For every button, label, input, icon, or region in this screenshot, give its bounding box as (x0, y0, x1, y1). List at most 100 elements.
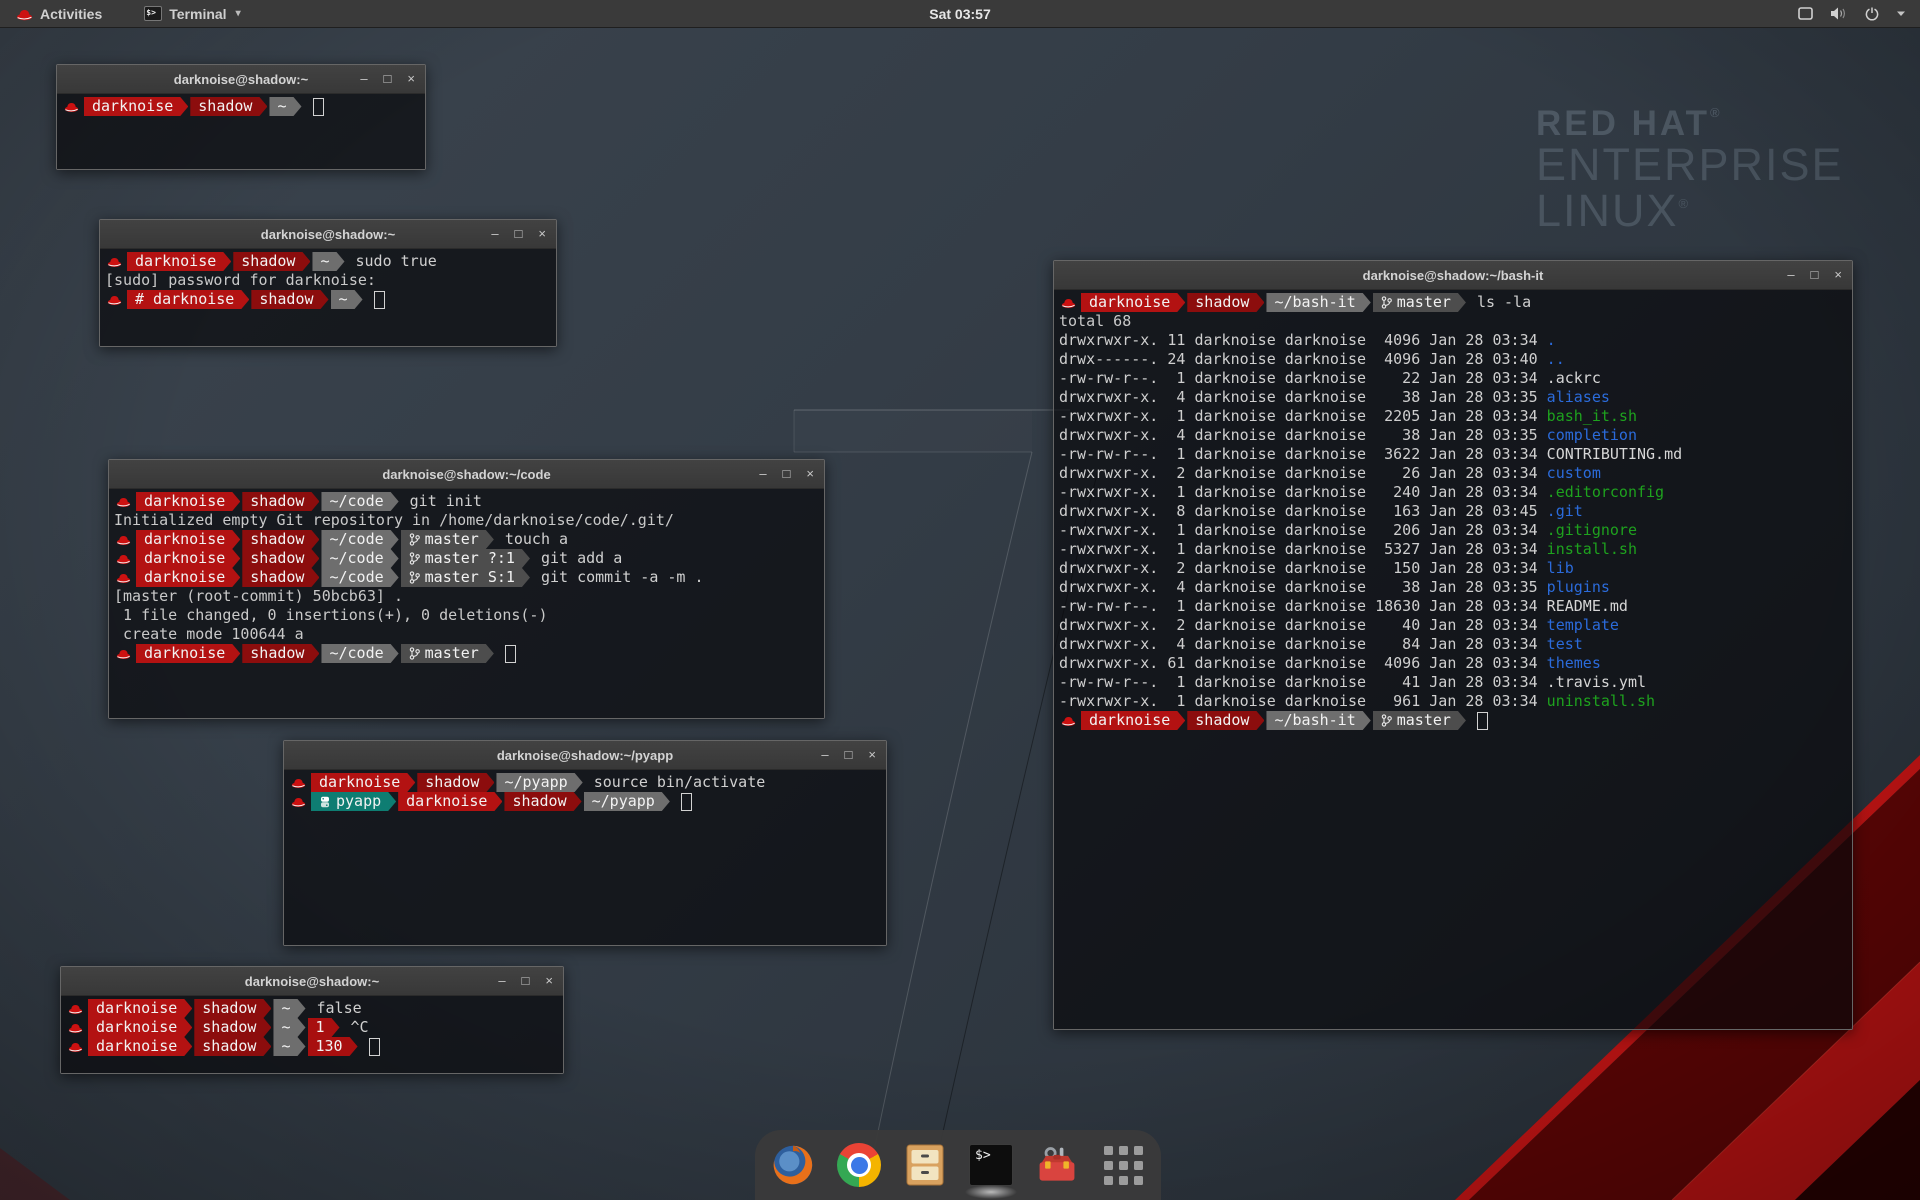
file-name: aliases (1547, 388, 1610, 407)
close-button[interactable]: × (538, 220, 546, 248)
minimize-button[interactable]: – (498, 967, 505, 995)
minimize-button[interactable]: – (821, 741, 828, 769)
output-line: Initialized empty Git repository in /hom… (114, 511, 820, 530)
command-text: ^C (342, 1018, 369, 1037)
system-status-area[interactable] (1798, 7, 1920, 21)
terminal-window-home-1[interactable]: darknoise@shadow:~ – □ × darknoise shado… (56, 64, 426, 170)
redhat-icon (64, 100, 79, 113)
prompt-line: darknoise shadow ~/code master ?:1 git a… (114, 549, 820, 568)
titlebar[interactable]: darknoise@shadow:~ – □ × (100, 220, 556, 249)
file-name: . (1547, 331, 1556, 350)
segment-host: shadow (1187, 711, 1264, 730)
ls-row: drwxrwxr-x. 2 darknoise darknoise 150 Ja… (1059, 559, 1848, 578)
git-branch-icon (409, 533, 420, 546)
segment-path: ~ (331, 290, 363, 309)
segment-path: ~/code (321, 644, 398, 663)
minimize-button[interactable]: – (360, 65, 367, 93)
chrome-icon[interactable] (836, 1142, 882, 1188)
segment-host: shadow (194, 1037, 271, 1056)
rhel-wallpaper-logo: RED HAT® ENTERPRISE LINUX® (1536, 106, 1844, 233)
minimize-button[interactable]: – (759, 460, 766, 488)
redhat-icon (68, 1040, 83, 1053)
prompt-line: pyapp darknoise shadow ~/pyapp (289, 792, 882, 811)
terminal-content[interactable]: darknoise shadow ~ (57, 94, 425, 169)
close-button[interactable]: × (545, 967, 553, 995)
redhat-icon (107, 293, 122, 306)
terminal-content[interactable]: darknoise shadow ~ sudo true [sudo] pass… (100, 249, 556, 346)
power-icon (1865, 7, 1879, 21)
maximize-button[interactable]: □ (1811, 261, 1819, 289)
file-name: README.md (1547, 597, 1628, 616)
close-button[interactable]: × (868, 741, 876, 769)
command-text: git init (401, 492, 482, 511)
ls-row: drwxrwxr-x. 4 darknoise darknoise 38 Jan… (1059, 426, 1848, 445)
terminal-content[interactable]: darknoise shadow ~/bash-it master ls -la… (1054, 290, 1852, 1029)
toolbox-icon (1035, 1143, 1079, 1187)
titlebar[interactable]: darknoise@shadow:~/code – □ × (109, 460, 824, 489)
terminal-window-sudo[interactable]: darknoise@shadow:~ – □ × darknoise shado… (99, 219, 557, 347)
segment-path: ~/code (321, 492, 398, 511)
segment-host: shadow (417, 773, 494, 792)
terminal-window-pyapp[interactable]: darknoise@shadow:~/pyapp – □ × darknoise… (283, 740, 887, 946)
ls-row: -rwxrwxr-x. 1 darknoise darknoise 2205 J… (1059, 407, 1848, 426)
firefox-icon[interactable] (770, 1142, 816, 1188)
segment-user: darknoise (84, 97, 188, 116)
terminal-content[interactable]: darknoise shadow ~/code git init Initial… (109, 489, 824, 718)
close-button[interactable]: × (407, 65, 415, 93)
maximize-button[interactable]: □ (515, 220, 523, 248)
maximize-button[interactable]: □ (522, 967, 530, 995)
file-name: plugins (1547, 578, 1610, 597)
ls-row: drwxrwxr-x. 4 darknoise darknoise 38 Jan… (1059, 578, 1848, 597)
titlebar[interactable]: darknoise@shadow:~ – □ × (61, 967, 563, 996)
maximize-button[interactable]: □ (845, 741, 853, 769)
clock[interactable]: Sat 03:57 (0, 6, 1920, 22)
segment-user: darknoise (136, 492, 240, 511)
close-button[interactable]: × (806, 460, 814, 488)
segment-git-branch: master (401, 644, 494, 663)
file-name: template (1547, 616, 1619, 635)
chevron-down-icon (1896, 10, 1906, 17)
terminal-window-exitcodes[interactable]: darknoise@shadow:~ – □ × darknoise shado… (60, 966, 564, 1074)
ls-row: drwxrwxr-x. 61 darknoise darknoise 4096 … (1059, 654, 1848, 673)
ls-row: drwxrwxr-x. 11 darknoise darknoise 4096 … (1059, 331, 1848, 350)
minimize-button[interactable]: – (1787, 261, 1794, 289)
ls-row: -rw-rw-r--. 1 darknoise darknoise 22 Jan… (1059, 369, 1848, 388)
segment-user: darknoise (88, 1018, 192, 1037)
window-title: darknoise@shadow:~/bash-it (1054, 268, 1852, 283)
terminal-window-code[interactable]: darknoise@shadow:~/code – □ × darknoise … (108, 459, 825, 719)
minimize-button[interactable]: – (491, 220, 498, 248)
file-name: .travis.yml (1547, 673, 1646, 692)
git-branch-icon (409, 571, 420, 584)
maximize-button[interactable]: □ (384, 65, 392, 93)
segment-user: darknoise (398, 792, 502, 811)
redhat-icon (291, 795, 306, 808)
segment-host: shadow (251, 290, 328, 309)
files-icon[interactable] (902, 1142, 948, 1188)
top-bar: Activities $> Terminal ▾ Sat 03:57 (0, 0, 1920, 28)
titlebar[interactable]: darknoise@shadow:~/bash-it – □ × (1054, 261, 1852, 290)
titlebar[interactable]: darknoise@shadow:~/pyapp – □ × (284, 741, 886, 770)
window-title: darknoise@shadow:~/code (109, 467, 824, 482)
terminal-content[interactable]: darknoise shadow ~ false darknoise shado… (61, 996, 563, 1073)
ls-row: -rw-rw-r--. 1 darknoise darknoise 18630 … (1059, 597, 1848, 616)
segment-host: shadow (242, 530, 319, 549)
terminal-content[interactable]: darknoise shadow ~/pyapp source bin/acti… (284, 770, 886, 945)
titlebar[interactable]: darknoise@shadow:~ – □ × (57, 65, 425, 94)
redhat-icon (116, 495, 131, 508)
segment-path: ~/pyapp (584, 792, 670, 811)
segment-git-branch: master (1373, 293, 1466, 312)
segment-user: darknoise (136, 549, 240, 568)
file-name: .gitignore (1547, 521, 1637, 540)
ls-row: drwxrwxr-x. 8 darknoise darknoise 163 Ja… (1059, 502, 1848, 521)
terminal-icon-glyph: $> (969, 1144, 1013, 1186)
terminal-window-bashit[interactable]: darknoise@shadow:~/bash-it – □ × darknoi… (1053, 260, 1853, 1030)
close-button[interactable]: × (1834, 261, 1842, 289)
toolbox-icon[interactable] (1034, 1142, 1080, 1188)
ls-row: -rwxrwxr-x. 1 darknoise darknoise 961 Ja… (1059, 692, 1848, 711)
app-grid-icon[interactable] (1100, 1142, 1146, 1188)
file-name: completion (1547, 426, 1637, 445)
maximize-button[interactable]: □ (783, 460, 791, 488)
speaker-icon (1830, 7, 1848, 20)
terminal-icon[interactable]: $> (968, 1142, 1014, 1188)
segment-path: ~ (312, 252, 344, 271)
